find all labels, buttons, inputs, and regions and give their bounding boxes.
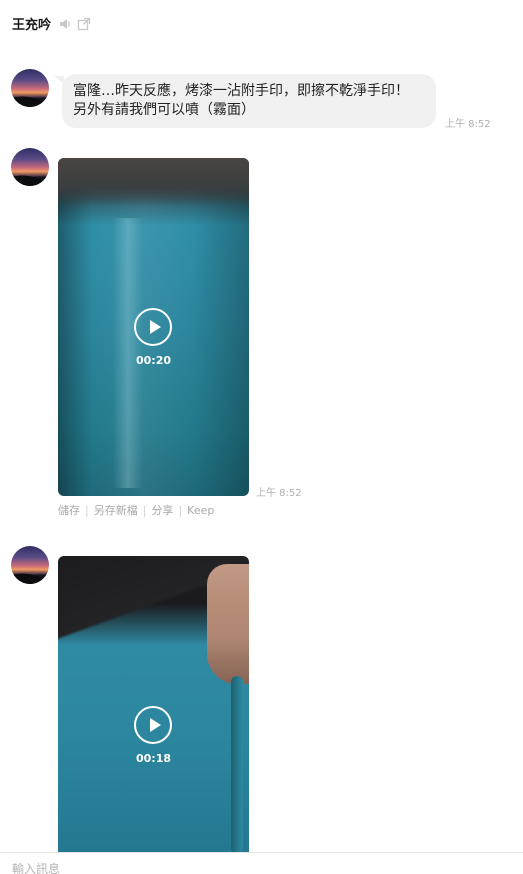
video-duration: 00:18	[135, 752, 171, 765]
save-as-action[interactable]: 另存新檔	[94, 504, 138, 517]
divider: |	[85, 504, 89, 517]
play-icon[interactable]	[134, 308, 172, 346]
video-duration: 00:20	[135, 354, 171, 367]
message-time: 上午 8:52	[445, 119, 491, 130]
chat-header: 王充吟	[0, 0, 523, 48]
save-action[interactable]: 儲存	[58, 504, 80, 517]
message-bubble[interactable]: 富隆…昨天反應，烤漆一沾附手印，即擦不乾淨手印！ 另外有請我們可以噴（霧面）	[62, 74, 436, 128]
video-actions: 儲存 | 另存新檔 | 分享 | Keep	[58, 502, 214, 518]
message-line: 富隆…昨天反應，烤漆一沾附手印，即擦不乾淨手印！	[73, 83, 409, 99]
divider: |	[142, 504, 147, 517]
video-message[interactable]: 00:20	[58, 158, 249, 496]
play-icon[interactable]	[134, 706, 172, 744]
avatar[interactable]	[11, 69, 49, 107]
keep-action[interactable]: Keep	[187, 504, 214, 517]
contact-name: 王充吟	[12, 18, 52, 33]
message-input-bar	[0, 852, 523, 874]
message-input[interactable]	[12, 862, 502, 874]
avatar[interactable]	[11, 546, 49, 584]
message-time: 上午 8:52	[256, 488, 302, 499]
speaker-icon[interactable]	[58, 16, 72, 30]
popout-icon[interactable]	[77, 16, 91, 31]
divider: |	[178, 504, 183, 517]
video-message[interactable]: 00:18	[58, 556, 249, 854]
message-line: 另外有請我們可以噴（霧面）	[73, 102, 255, 118]
avatar[interactable]	[11, 148, 49, 186]
share-action[interactable]: 分享	[151, 504, 173, 517]
